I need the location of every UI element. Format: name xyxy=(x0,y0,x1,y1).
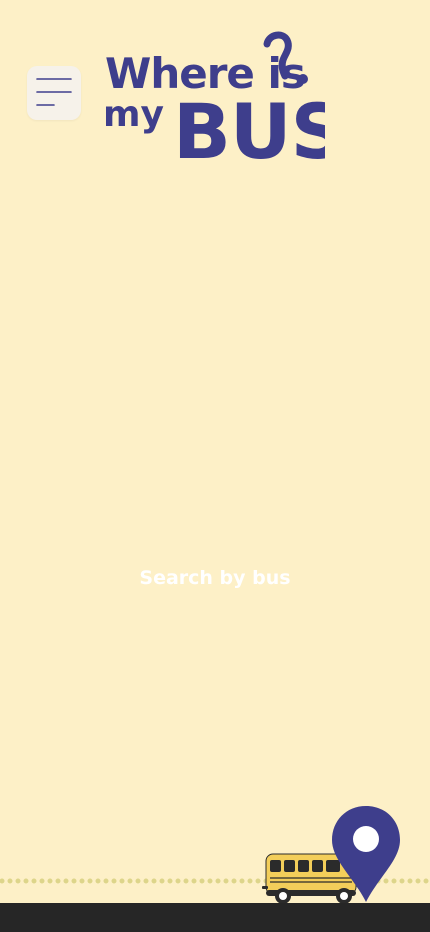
question-dot-icon xyxy=(298,74,308,84)
hamburger-menu-icon xyxy=(36,78,72,106)
app-logo: Where is my BUS xyxy=(103,31,325,162)
bottom-bar xyxy=(0,903,430,932)
location-pin-icon xyxy=(332,806,400,902)
logo-line2-small: my xyxy=(103,94,164,135)
menu-button[interactable] xyxy=(27,66,81,120)
search-by-bus-button[interactable]: Search by bus xyxy=(110,558,320,598)
logo-line2-big: BUS xyxy=(173,87,325,162)
